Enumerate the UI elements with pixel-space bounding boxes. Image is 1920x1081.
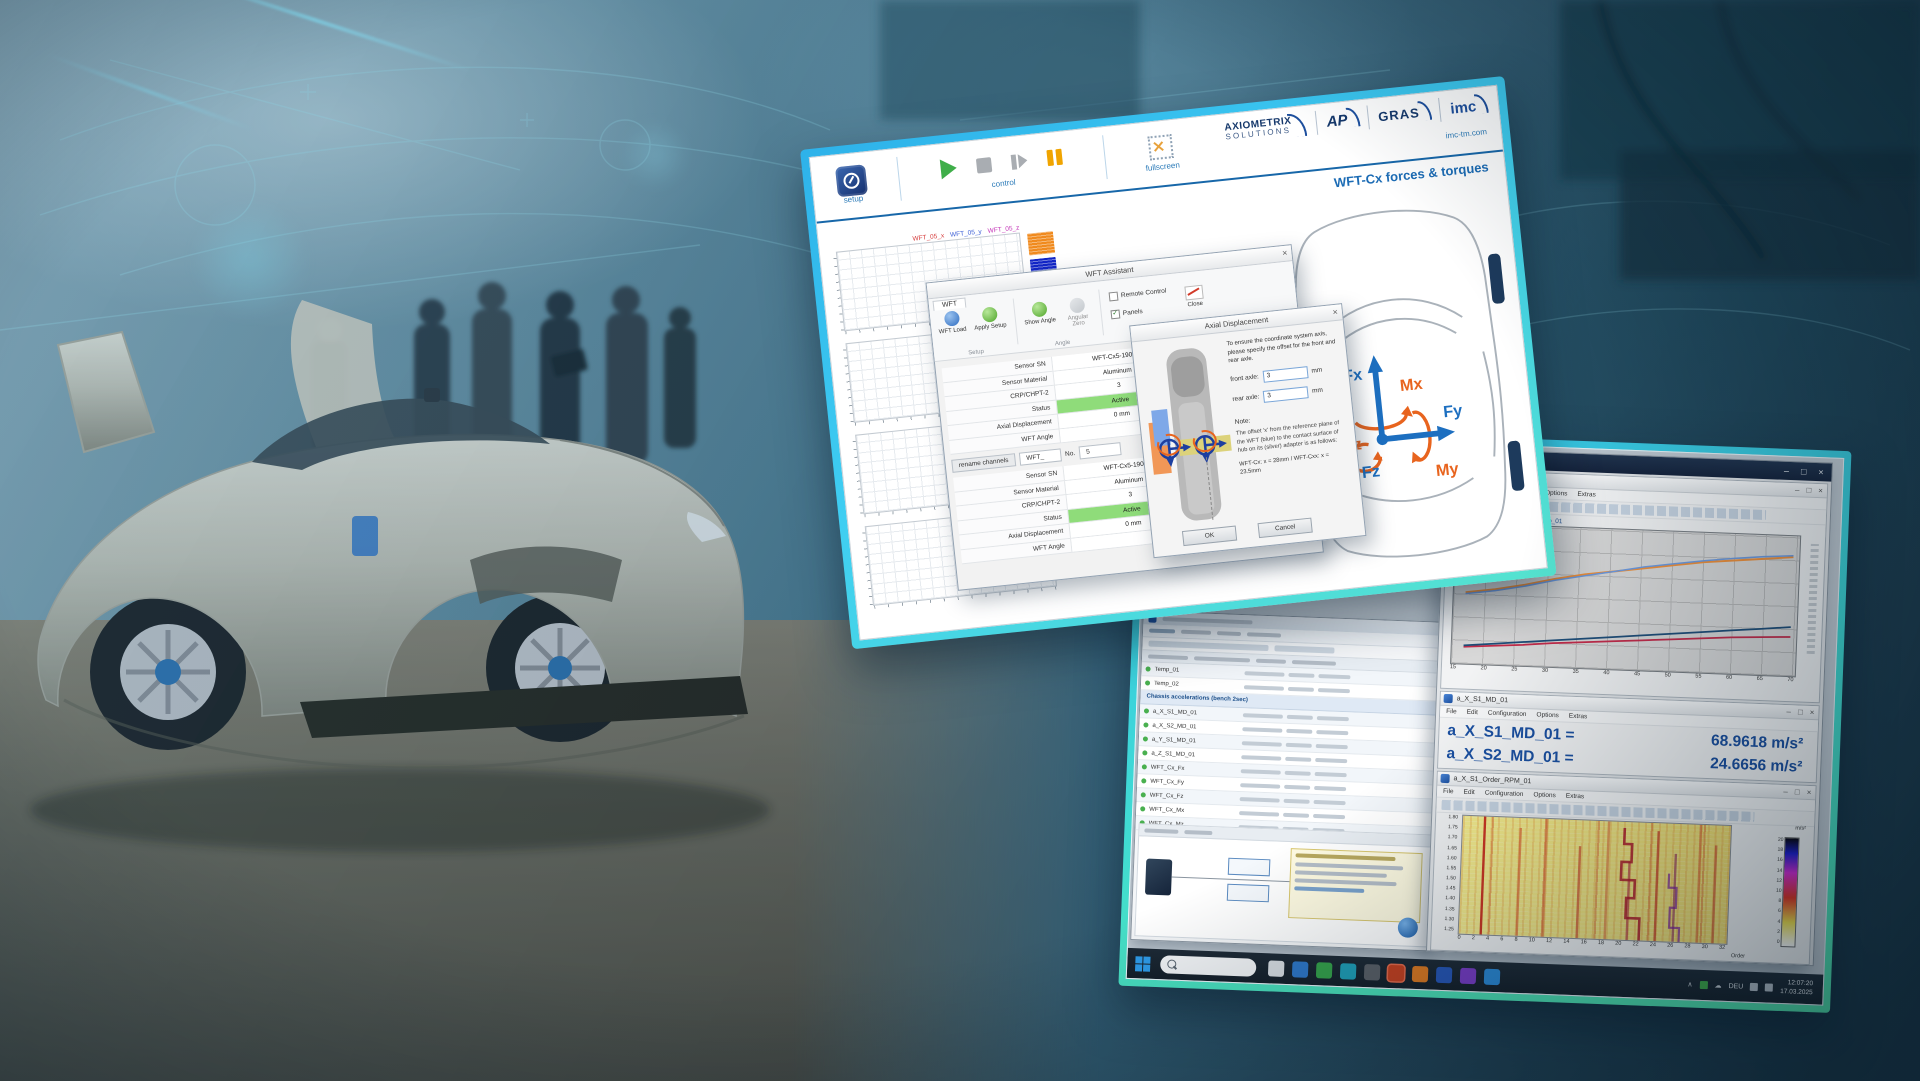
vignette-overlay [0, 0, 1920, 1081]
stage: Temp_01 Temp_02 [0, 0, 1920, 1081]
